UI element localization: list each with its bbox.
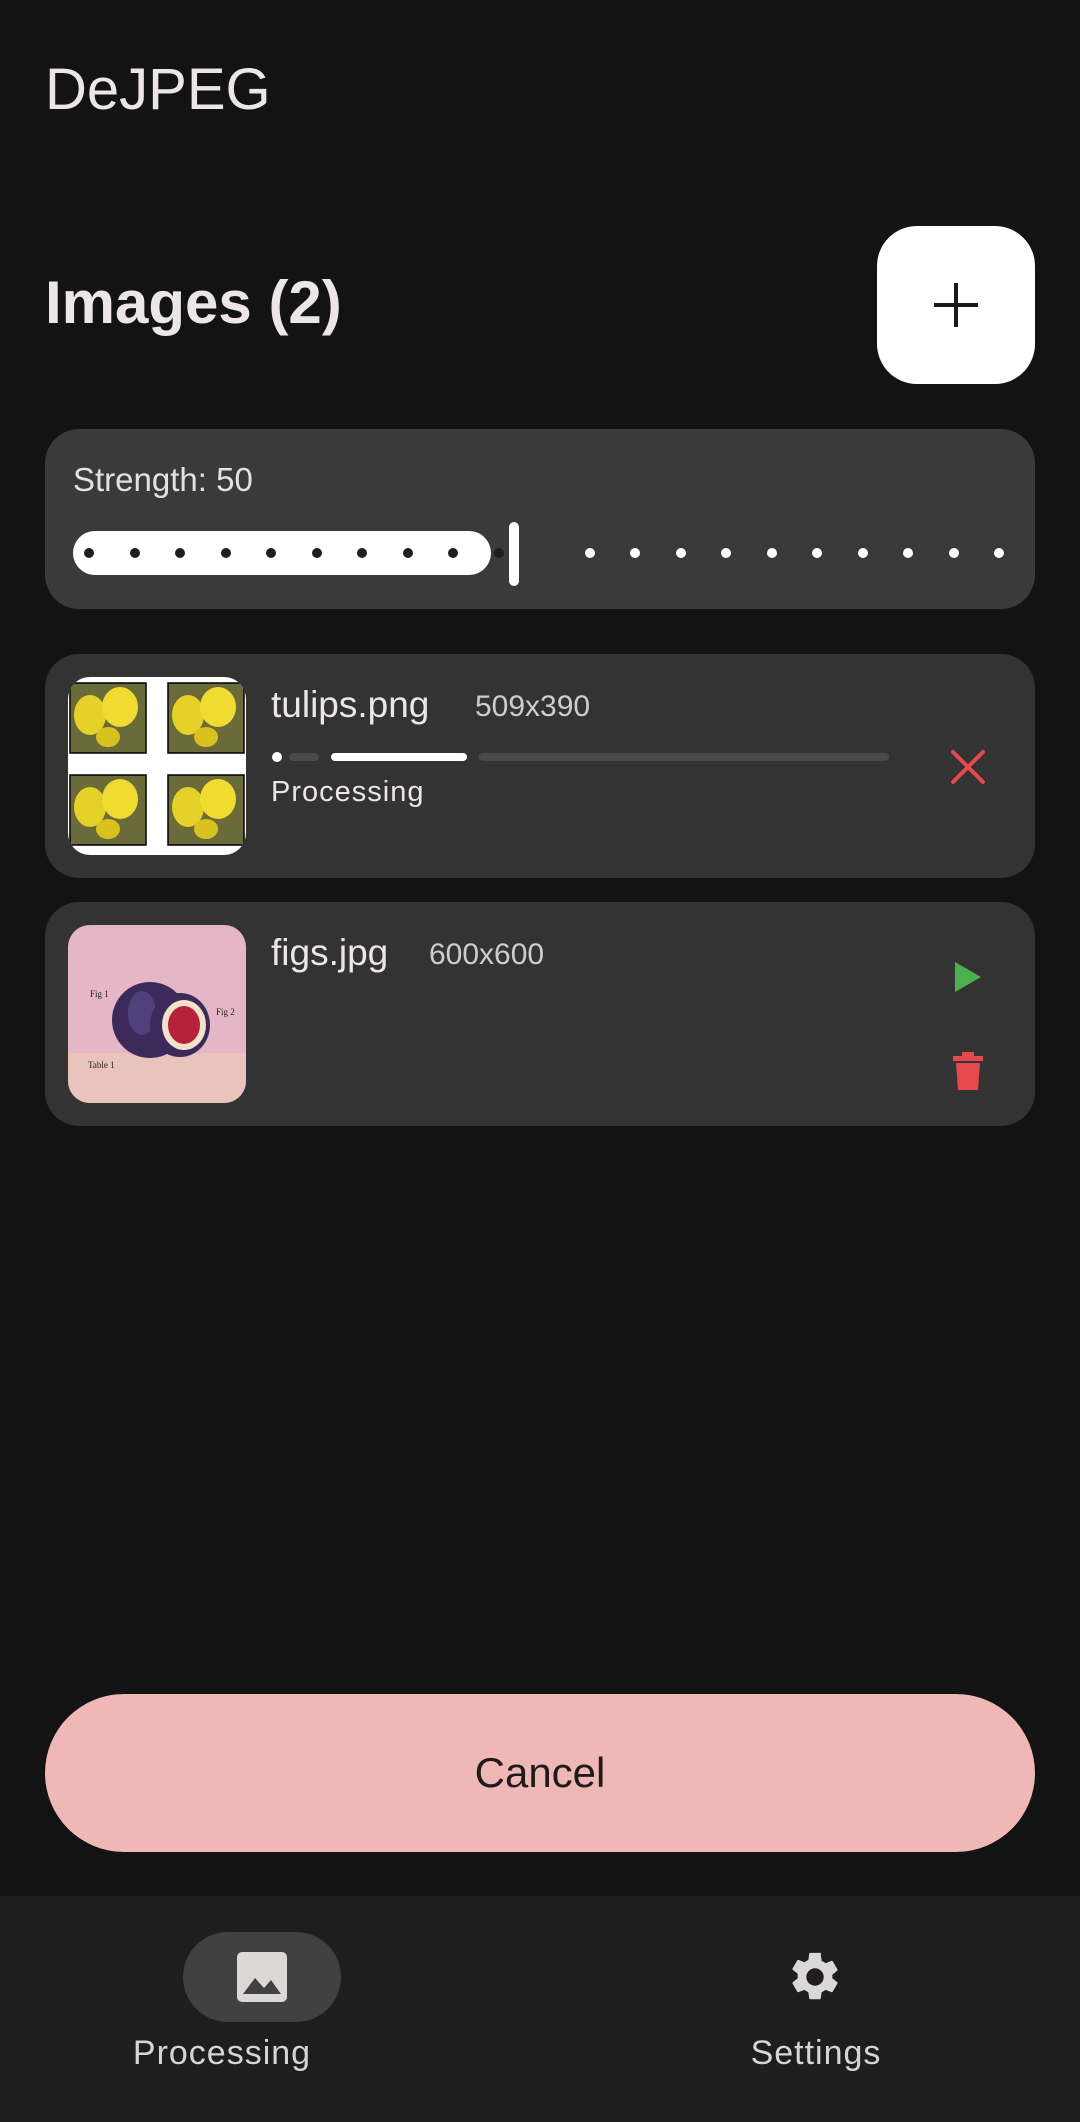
slider-tick — [903, 548, 913, 558]
nav-active-indicator — [183, 1932, 341, 2022]
bottom-navigation: Processing Settings — [0, 1896, 1080, 2122]
slider-tick — [766, 548, 777, 558]
slider-tick — [448, 548, 458, 558]
slider-tick — [175, 548, 185, 558]
strength-slider[interactable] — [73, 517, 1015, 587]
image-icon — [237, 1952, 287, 2002]
app-title: DeJPEG — [45, 57, 271, 122]
svg-text:Table 1: Table 1 — [88, 1060, 115, 1070]
start-processing-button[interactable] — [933, 942, 1003, 1012]
slider-tick — [584, 548, 595, 558]
trash-icon — [953, 1052, 983, 1090]
nav-label-processing: Processing — [132, 2034, 312, 2072]
processing-progress — [271, 750, 889, 762]
slider-tick — [266, 548, 276, 558]
slider-tick — [220, 548, 231, 558]
add-image-button[interactable] — [877, 226, 1035, 384]
slider-tick — [129, 548, 140, 558]
slider-tick — [493, 548, 504, 558]
strength-card: Strength: 50 — [45, 429, 1035, 609]
slider-tick — [84, 548, 94, 558]
image-filename: tulips.png — [271, 684, 430, 725]
nav-item-settings[interactable]: Settings — [540, 1896, 1080, 2122]
plus-icon — [934, 283, 978, 327]
image-filename: figs.jpg — [271, 932, 389, 973]
strength-label: Strength: 50 — [73, 461, 253, 498]
slider-tick — [857, 548, 868, 558]
slider-tick — [402, 548, 413, 558]
images-section-title: Images (2) — [45, 269, 342, 336]
svg-text:Fig 2: Fig 2 — [216, 1007, 235, 1017]
slider-tick — [948, 548, 959, 558]
image-dimensions: 509x390 — [475, 690, 591, 723]
slider-tick — [721, 548, 731, 558]
close-icon — [951, 750, 985, 784]
slider-thumb[interactable] — [509, 522, 519, 586]
cancel-button[interactable]: Cancel — [45, 1694, 1035, 1852]
slider-tick — [357, 548, 367, 558]
slider-tick — [675, 548, 686, 558]
slider-tick — [994, 548, 1004, 558]
image-item-card: Fig 1 Fig 2 Table 1 figs.jpg 600x600 — [45, 902, 1035, 1126]
cancel-item-button[interactable] — [933, 732, 1003, 802]
gear-icon — [792, 1952, 838, 2000]
play-icon — [955, 962, 981, 992]
nav-settings-icon-wrap — [736, 1932, 894, 2022]
image-thumbnail — [68, 677, 246, 855]
delete-item-button[interactable] — [933, 1036, 1003, 1106]
slider-tick — [311, 548, 322, 558]
nav-item-processing[interactable]: Processing — [43, 1896, 583, 2122]
slider-tick — [630, 548, 640, 558]
image-item-card: tulips.png 509x390 Processing — [45, 654, 1035, 878]
image-dimensions: 600x600 — [429, 938, 545, 971]
image-thumbnail: Fig 1 Fig 2 Table 1 — [68, 925, 246, 1103]
processing-status: Processing — [271, 776, 425, 808]
svg-text:Fig 1: Fig 1 — [90, 989, 109, 999]
nav-label-settings: Settings — [750, 2034, 882, 2072]
slider-tick — [812, 548, 822, 558]
